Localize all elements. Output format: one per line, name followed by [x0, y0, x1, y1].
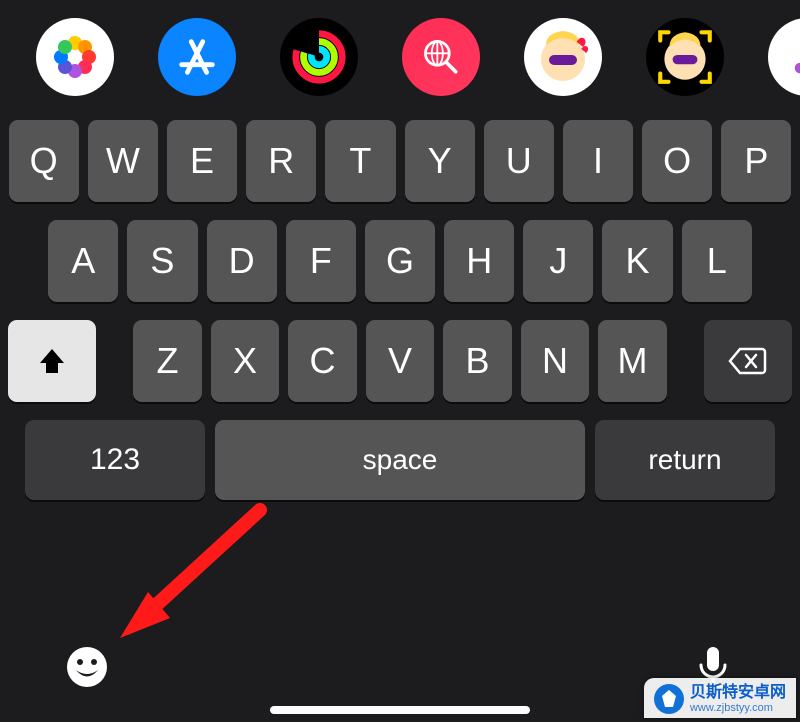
key-w[interactable]: W [88, 120, 158, 202]
emoji-keyboard-button[interactable] [60, 640, 114, 694]
keyboard-row-1: Q W E R T Y U I O P [8, 120, 792, 202]
keyboard-row-4: 123 space return [8, 420, 792, 500]
key-n[interactable]: N [521, 320, 589, 402]
shift-key[interactable] [8, 320, 96, 402]
key-r[interactable]: R [246, 120, 316, 202]
watermark-line1: 贝斯特安卓网 [690, 684, 786, 702]
key-x[interactable]: X [211, 320, 279, 402]
music-icon[interactable] [768, 18, 800, 96]
key-i[interactable]: I [563, 120, 633, 202]
app-store-icon[interactable] [158, 18, 236, 96]
key-u[interactable]: U [484, 120, 554, 202]
key-t[interactable]: T [325, 120, 395, 202]
search-web-icon[interactable] [402, 18, 480, 96]
key-g[interactable]: G [365, 220, 435, 302]
watermark-badge: 贝斯特安卓网 www.zjbstyy.com [644, 678, 796, 718]
key-z[interactable]: Z [133, 320, 201, 402]
backspace-key[interactable] [704, 320, 792, 402]
return-key[interactable]: return [595, 420, 775, 500]
key-d[interactable]: D [207, 220, 277, 302]
numeric-key[interactable]: 123 [25, 420, 205, 500]
key-h[interactable]: H [444, 220, 514, 302]
key-s[interactable]: S [127, 220, 197, 302]
key-a[interactable]: A [48, 220, 118, 302]
key-l[interactable]: L [682, 220, 752, 302]
annotation-arrow [100, 500, 280, 630]
keyboard-row-2: A S D F G H J K L [8, 220, 792, 302]
keyboard: Q W E R T Y U I O P A S D F G H J K L Z … [0, 110, 800, 500]
key-m[interactable]: M [598, 320, 666, 402]
key-b[interactable]: B [443, 320, 511, 402]
home-indicator[interactable] [270, 706, 530, 714]
photos-icon[interactable] [36, 18, 114, 96]
key-o[interactable]: O [642, 120, 712, 202]
watermark-line2: www.zjbstyy.com [690, 702, 786, 714]
key-j[interactable]: J [523, 220, 593, 302]
key-e[interactable]: E [167, 120, 237, 202]
key-c[interactable]: C [288, 320, 356, 402]
activity-rings-icon[interactable] [280, 18, 358, 96]
key-v[interactable]: V [366, 320, 434, 402]
keyboard-row-3: Z X C V B N M [8, 320, 792, 402]
app-tray [0, 0, 800, 110]
memoji-hearts-icon[interactable] [524, 18, 602, 96]
key-k[interactable]: K [602, 220, 672, 302]
watermark-logo-icon [654, 684, 684, 714]
key-q[interactable]: Q [9, 120, 79, 202]
key-f[interactable]: F [286, 220, 356, 302]
key-p[interactable]: P [721, 120, 791, 202]
memoji-scan-icon[interactable] [646, 18, 724, 96]
key-y[interactable]: Y [405, 120, 475, 202]
space-key[interactable]: space [215, 420, 585, 500]
